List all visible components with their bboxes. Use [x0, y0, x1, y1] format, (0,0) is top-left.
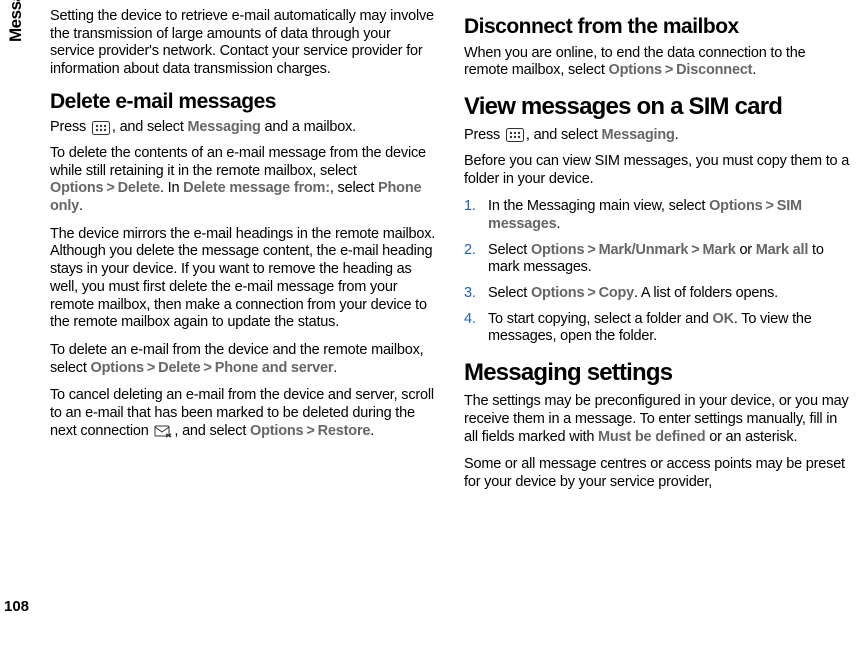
sim-step-1: In the Messaging main view, select Optio… — [464, 198, 850, 233]
left-column: Setting the device to retrieve e-mail au… — [50, 8, 440, 642]
sim-steps-list: In the Messaging main view, select Optio… — [464, 198, 850, 346]
envelope-delete-icon — [154, 424, 172, 438]
right-column: Disconnect from the mailbox When you are… — [460, 8, 850, 642]
delete-contents-paragraph: To delete the contents of an e-mail mess… — [50, 145, 436, 216]
copy-label: Copy — [599, 285, 634, 301]
options-label: Options — [91, 360, 144, 376]
heading-disconnect: Disconnect from the mailbox — [464, 14, 850, 40]
mark-all-label: Mark all — [756, 242, 808, 258]
options-label: Options — [531, 285, 584, 301]
chevron-separator: > — [201, 360, 215, 376]
options-label: Options — [50, 180, 103, 196]
phone-and-server-label: Phone and server — [215, 360, 334, 376]
delete-both-paragraph: To delete an e-mail from the device and … — [50, 342, 436, 377]
settings-paragraph-2: Some or all message centres or access po… — [464, 456, 850, 491]
delete-message-from-label: Delete message from: — [183, 180, 330, 196]
menu-key-icon — [92, 121, 110, 135]
sim-step-3: Select Options>Copy. A list of folders o… — [464, 285, 850, 303]
press-instruction: Press , and select Messaging and a mailb… — [50, 119, 436, 137]
page-number: 108 — [4, 598, 29, 615]
page-container: Messaging 108 Setting the device to retr… — [0, 0, 860, 650]
options-label: Options — [250, 423, 303, 439]
disconnect-label: Disconnect — [676, 62, 752, 78]
chevron-separator: > — [144, 360, 158, 376]
messaging-link: Messaging — [602, 127, 675, 143]
heading-delete-email: Delete e-mail messages — [50, 89, 436, 115]
heading-sim-card: View messages on a SIM card — [464, 92, 850, 121]
disconnect-paragraph: When you are online, to end the data con… — [464, 45, 850, 80]
mirror-paragraph: The device mirrors the e-mail headings i… — [50, 226, 436, 332]
section-title-vertical: Messaging — [6, 0, 26, 42]
restore-label: Restore — [318, 423, 371, 439]
chevron-separator: > — [103, 180, 117, 196]
chevron-separator: > — [762, 198, 776, 214]
mark-label: Mark — [703, 242, 736, 258]
messaging-link: Messaging — [188, 119, 261, 135]
sim-step-4: To start copying, select a folder and OK… — [464, 311, 850, 346]
chevron-separator: > — [662, 62, 676, 78]
sim-intro-paragraph: Before you can view SIM messages, you mu… — [464, 153, 850, 188]
chevron-separator: > — [584, 285, 598, 301]
menu-key-icon — [506, 128, 524, 142]
ok-label: OK — [713, 311, 734, 327]
chevron-separator: > — [303, 423, 317, 439]
cancel-delete-paragraph: To cancel deleting an e-mail from the de… — [50, 387, 436, 440]
must-be-defined-label: Must be defined — [598, 429, 705, 445]
chevron-separator: > — [584, 242, 598, 258]
chevron-separator: > — [688, 242, 702, 258]
delete-label: Delete — [158, 360, 200, 376]
heading-messaging-settings: Messaging settings — [464, 358, 850, 387]
content-area: Setting the device to retrieve e-mail au… — [36, 0, 860, 650]
mark-unmark-label: Mark/Unmark — [599, 242, 689, 258]
press-instruction-sim: Press , and select Messaging. — [464, 127, 850, 145]
sim-step-2: Select Options>Mark/Unmark>Mark or Mark … — [464, 242, 850, 277]
settings-paragraph-1: The settings may be preconfigured in you… — [464, 393, 850, 446]
delete-label: Delete — [118, 180, 160, 196]
intro-paragraph: Setting the device to retrieve e-mail au… — [50, 8, 436, 79]
options-label: Options — [531, 242, 584, 258]
sidebar: Messaging 108 — [0, 0, 36, 650]
options-label: Options — [709, 198, 762, 214]
options-label: Options — [609, 62, 662, 78]
